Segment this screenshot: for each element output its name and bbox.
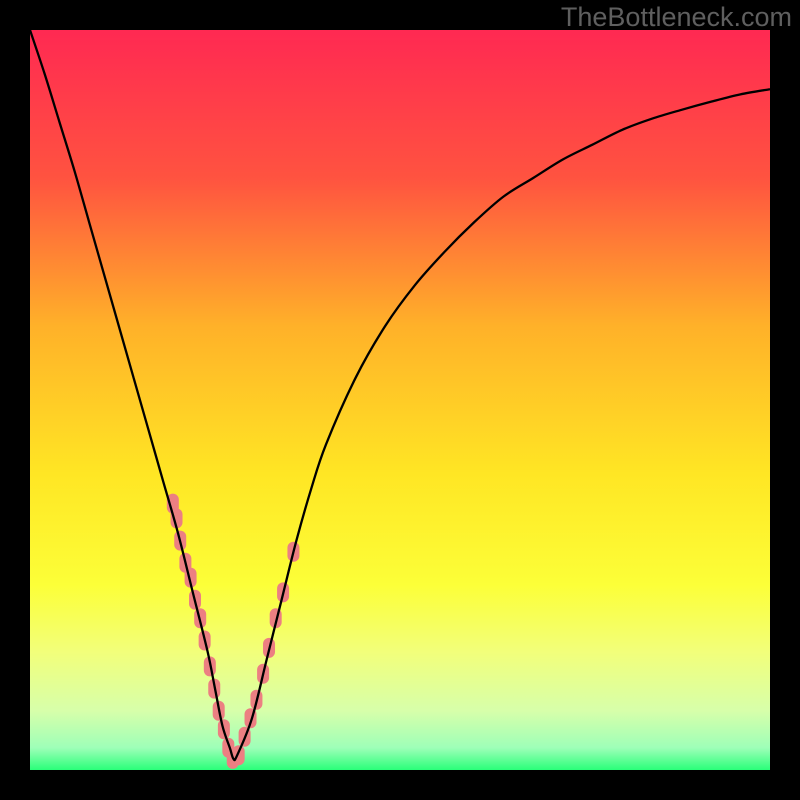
chart-frame: TheBottleneck.com <box>0 0 800 800</box>
data-point <box>233 745 245 765</box>
watermark-text: TheBottleneck.com <box>561 2 792 33</box>
plot-area <box>30 30 770 770</box>
chart-svg <box>30 30 770 770</box>
